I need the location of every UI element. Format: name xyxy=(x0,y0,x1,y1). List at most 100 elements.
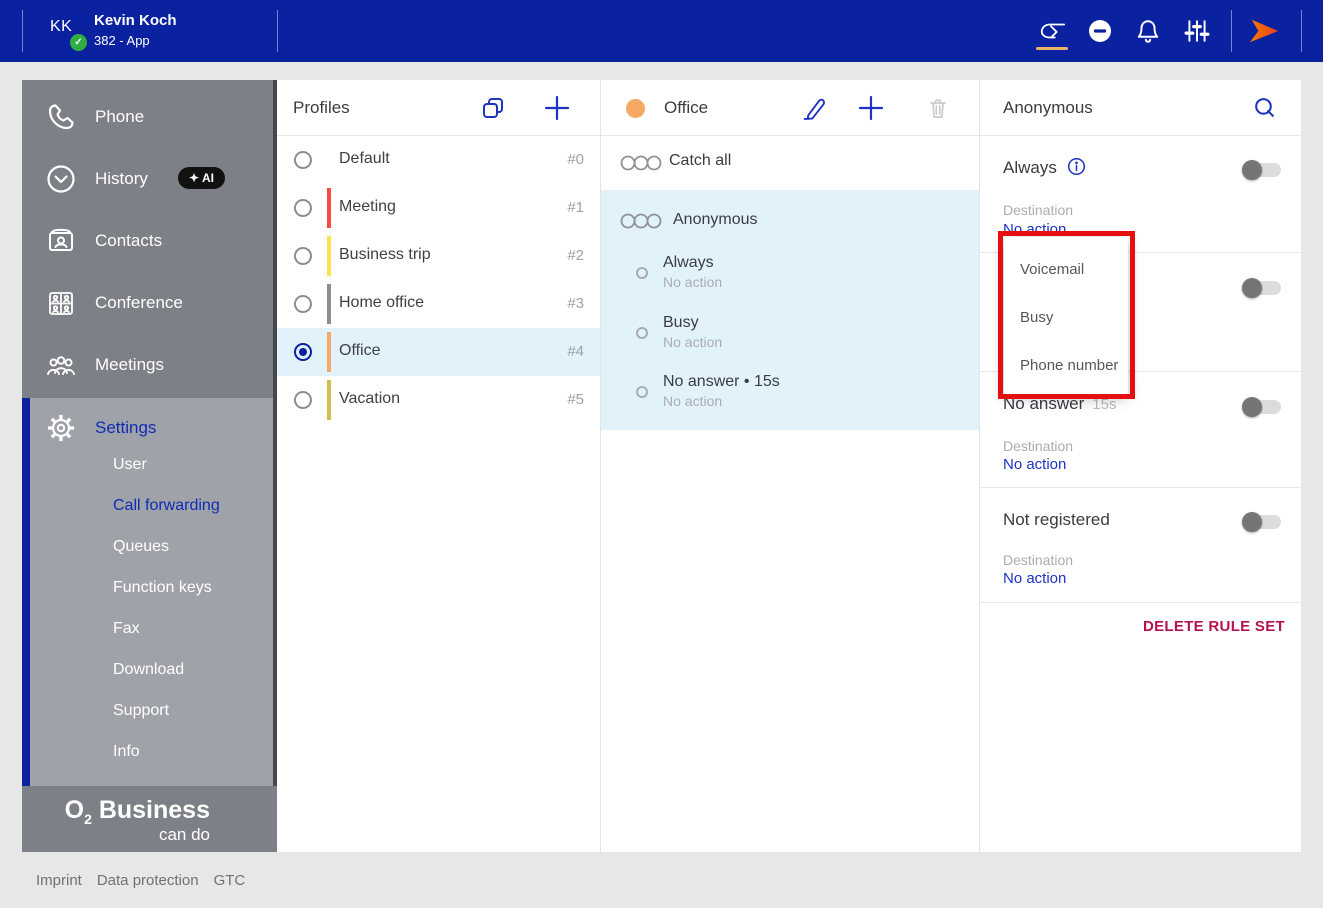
info-icon[interactable] xyxy=(1067,157,1086,176)
add-rule-icon[interactable] xyxy=(858,95,884,121)
destination-value-link[interactable]: No action xyxy=(1003,456,1066,473)
destination-label: Destination xyxy=(1003,438,1074,454)
trash-icon[interactable] xyxy=(925,95,951,121)
profile-color-bar xyxy=(327,332,331,372)
profile-row-business-trip[interactable]: Business trip #2 xyxy=(277,232,600,280)
profile-number: #3 xyxy=(567,295,584,312)
section-title-always: Always xyxy=(1003,157,1086,178)
sub-rule-name: Busy xyxy=(663,314,699,331)
toggle-busy[interactable] xyxy=(1242,278,1281,298)
call-forwarding-active-indicator xyxy=(1036,47,1068,50)
radio-selected-icon[interactable] xyxy=(294,343,312,361)
profile-number: #5 xyxy=(567,391,584,408)
sub-rule-no-answer[interactable]: No answer • 15s No action xyxy=(601,372,980,424)
profile-row-vacation[interactable]: Vacation #5 xyxy=(277,376,600,424)
profile-row-default[interactable]: Default #0 xyxy=(277,136,600,184)
rules-title: Office xyxy=(664,98,709,117)
radio-unselected-icon[interactable] xyxy=(294,391,312,409)
rule-detail-panel: Anonymous Always Destination No action N… xyxy=(979,80,1302,852)
notifications-bell-icon[interactable] xyxy=(1132,17,1164,45)
app-root: KK ✓ Kevin Koch 382 - App Phone History … xyxy=(0,0,1323,908)
o2-business-logo: O2 Business can do xyxy=(22,786,277,852)
toggle-no-answer[interactable] xyxy=(1242,397,1281,417)
edit-pencil-icon[interactable] xyxy=(801,95,827,121)
avatar-initials: KK xyxy=(50,18,73,35)
radio-unselected-icon[interactable] xyxy=(294,199,312,217)
call-forwarding-icon[interactable] xyxy=(1036,17,1068,45)
dropdown-option-busy[interactable]: Busy xyxy=(1004,293,1128,341)
dropdown-option-phone-number[interactable]: Phone number xyxy=(1004,341,1128,389)
audio-sliders-icon[interactable] xyxy=(1181,17,1213,45)
footer-link-data-protection[interactable]: Data protection xyxy=(97,872,199,889)
people-icon xyxy=(45,349,77,381)
settings-item-info[interactable]: Info xyxy=(113,743,273,767)
destination-dropdown: Voicemail Busy Phone number xyxy=(1004,237,1128,394)
radio-unselected-icon[interactable] xyxy=(294,295,312,313)
footer-link-gtc[interactable]: GTC xyxy=(214,872,246,889)
sidebar-settings-section: Settings User Call forwarding Queues Fun… xyxy=(22,398,277,786)
sub-rule-name: No answer • 15s xyxy=(663,373,780,390)
sidebar-item-meetings[interactable]: Meetings xyxy=(22,343,277,387)
radio-unselected-icon[interactable] xyxy=(294,247,312,265)
settings-item-user[interactable]: User xyxy=(113,456,273,480)
rule-row-catch-all[interactable]: Catch all xyxy=(601,136,980,191)
three-circles-icon xyxy=(620,211,664,231)
section-title-no-answer: No answer 15s xyxy=(1003,394,1117,413)
settings-item-call-forwarding[interactable]: Call forwarding xyxy=(113,497,273,521)
profile-name: Business trip xyxy=(339,246,431,263)
sidebar-item-label: Settings xyxy=(95,418,157,437)
sub-rule-name: Always xyxy=(663,254,714,271)
rule-group-anonymous[interactable]: Anonymous Always No action Busy No actio… xyxy=(601,191,980,430)
profile-name: Home office xyxy=(339,294,425,311)
duplicate-profile-icon[interactable] xyxy=(480,95,506,121)
history-clock-icon xyxy=(45,163,77,195)
ai-badge: ✦ AI xyxy=(178,167,225,189)
do-not-disturb-icon[interactable] xyxy=(1084,17,1116,45)
user-name: Kevin Koch xyxy=(94,12,177,29)
three-circles-icon xyxy=(620,153,664,173)
radio-unselected-icon[interactable] xyxy=(294,151,312,169)
profile-row-home-office[interactable]: Home office #3 xyxy=(277,280,600,328)
destination-label: Destination xyxy=(1003,202,1074,218)
gear-icon xyxy=(45,412,77,444)
profile-name: Default xyxy=(339,150,390,167)
delete-rule-set-button[interactable]: DELETE RULE SET xyxy=(1143,618,1285,635)
sidebar-item-settings[interactable]: Settings xyxy=(22,406,277,450)
sidebar-item-history[interactable]: History ✦ AI xyxy=(22,157,277,201)
conference-grid-icon xyxy=(45,287,77,319)
sidebar-item-phone[interactable]: Phone xyxy=(22,95,277,139)
settings-item-fax[interactable]: Fax xyxy=(113,620,273,644)
circle-icon xyxy=(636,267,648,279)
search-icon[interactable] xyxy=(1251,95,1277,121)
logo-brand-text: O2 Business xyxy=(64,796,210,827)
add-profile-icon[interactable] xyxy=(544,95,570,121)
profile-color-bar xyxy=(327,236,331,276)
destination-value-link[interactable]: No action xyxy=(1003,221,1066,238)
destination-value-link[interactable]: No action xyxy=(1003,570,1066,587)
profiles-header: Profiles xyxy=(277,80,600,136)
settings-item-download[interactable]: Download xyxy=(113,661,273,685)
profiles-panel: Profiles Default #0 Meeting #1 Business … xyxy=(277,80,600,852)
sidebar-item-contacts[interactable]: Contacts xyxy=(22,219,277,263)
sub-rule-always[interactable]: Always No action xyxy=(601,253,980,305)
profile-row-meeting[interactable]: Meeting #1 xyxy=(277,184,600,232)
sidebar-item-conference[interactable]: Conference xyxy=(22,281,277,325)
avatar[interactable]: KK ✓ xyxy=(50,18,90,52)
toggle-not-registered[interactable] xyxy=(1242,512,1281,532)
user-extension: 382 - App xyxy=(94,33,150,48)
profile-number: #1 xyxy=(567,199,584,216)
profile-number: #2 xyxy=(567,247,584,264)
footer: Imprint Data protection GTC xyxy=(36,872,245,889)
dropdown-option-voicemail[interactable]: Voicemail xyxy=(1004,245,1128,293)
settings-active-bar xyxy=(22,398,30,786)
logo-tagline: can do xyxy=(158,825,210,844)
settings-item-queues[interactable]: Queues xyxy=(113,538,273,562)
sub-rule-busy[interactable]: Busy No action xyxy=(601,313,980,365)
settings-item-support[interactable]: Support xyxy=(113,702,273,726)
footer-link-imprint[interactable]: Imprint xyxy=(36,872,82,889)
topbar-divider xyxy=(1301,10,1302,52)
settings-item-function-keys[interactable]: Function keys xyxy=(113,579,273,603)
profile-row-office[interactable]: Office #4 xyxy=(277,328,600,376)
toggle-always[interactable] xyxy=(1242,160,1281,180)
sidebar-item-label: Contacts xyxy=(95,231,163,250)
